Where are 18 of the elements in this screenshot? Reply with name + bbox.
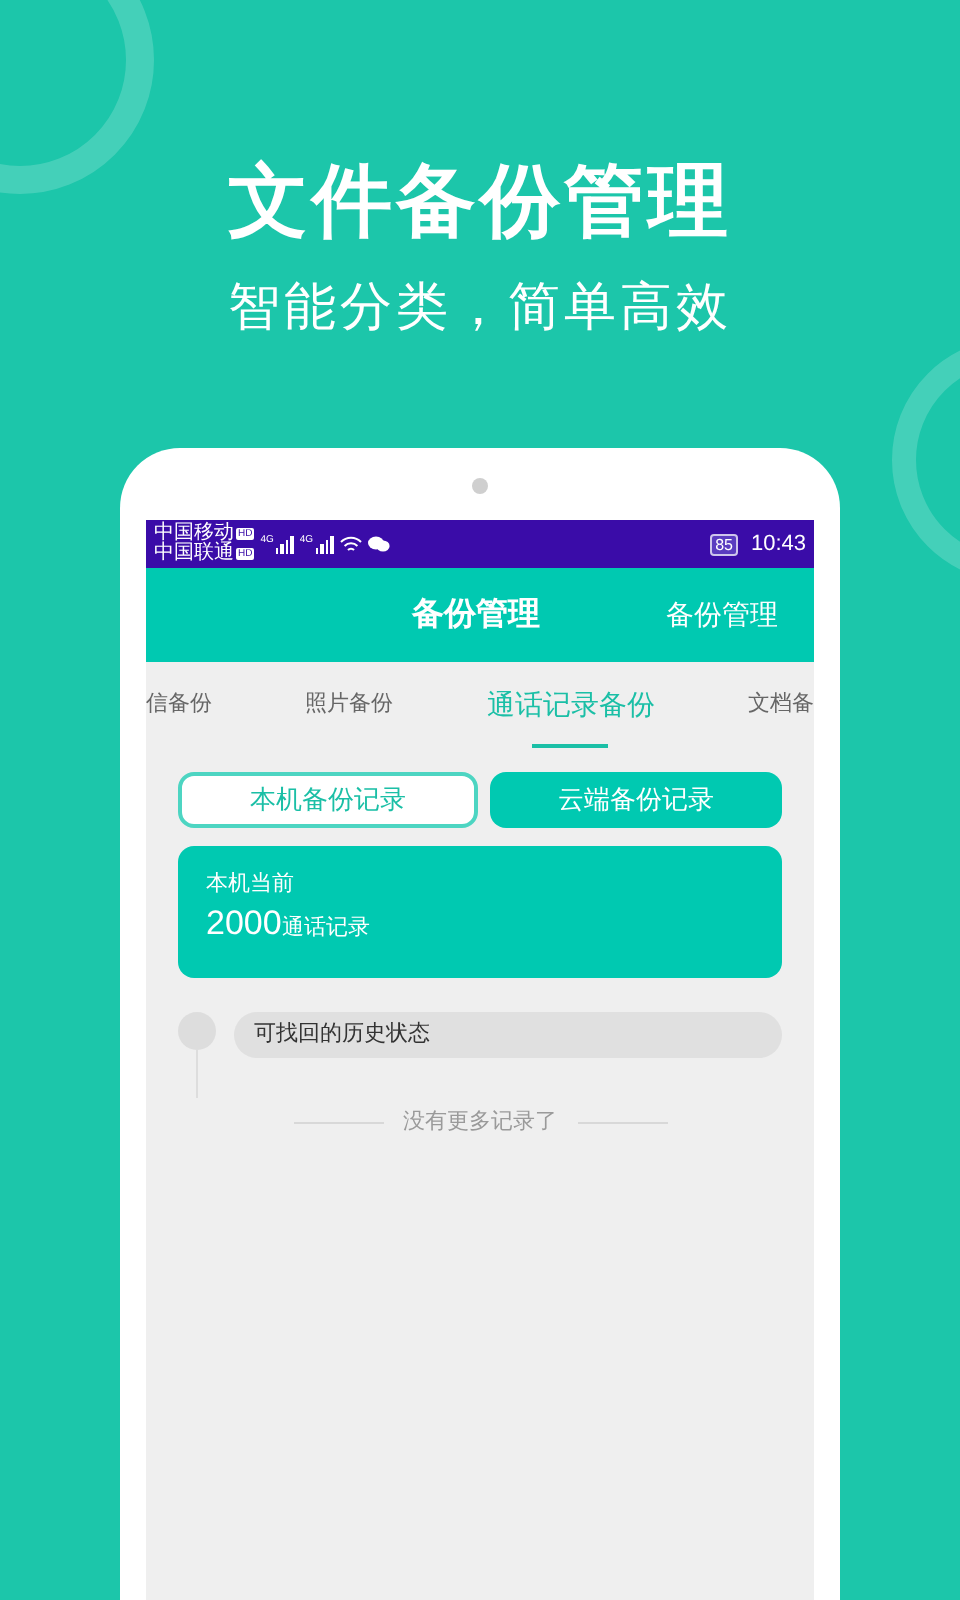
carrier-name: 中国移动 [154,524,234,544]
carrier-name: 中国联通 [154,544,234,564]
history-item[interactable]: 可找回的历史状态 [234,1012,782,1058]
summary-caption: 本机当前 [206,870,296,898]
promo-subtitle: 智能分类，简单高效 [228,274,732,340]
category-tab[interactable]: 照片备份 [305,662,394,748]
record-unit: 通话记录 [281,913,370,944]
battery-level: 85 [709,533,739,555]
chat-icon [367,536,390,552]
category-tab[interactable]: 信备份 [146,662,212,748]
promo-title: 文件备份管理 [228,156,732,250]
wifi-icon [339,535,362,553]
tab-underline [532,744,609,748]
page-title: 备份管理 [412,595,540,635]
end-note: 没有更多记录了 [403,1108,557,1138]
category-tab[interactable]: 文档备 [747,662,814,748]
record-count: 2000 [206,902,282,946]
clock: 10:43 [750,529,806,560]
